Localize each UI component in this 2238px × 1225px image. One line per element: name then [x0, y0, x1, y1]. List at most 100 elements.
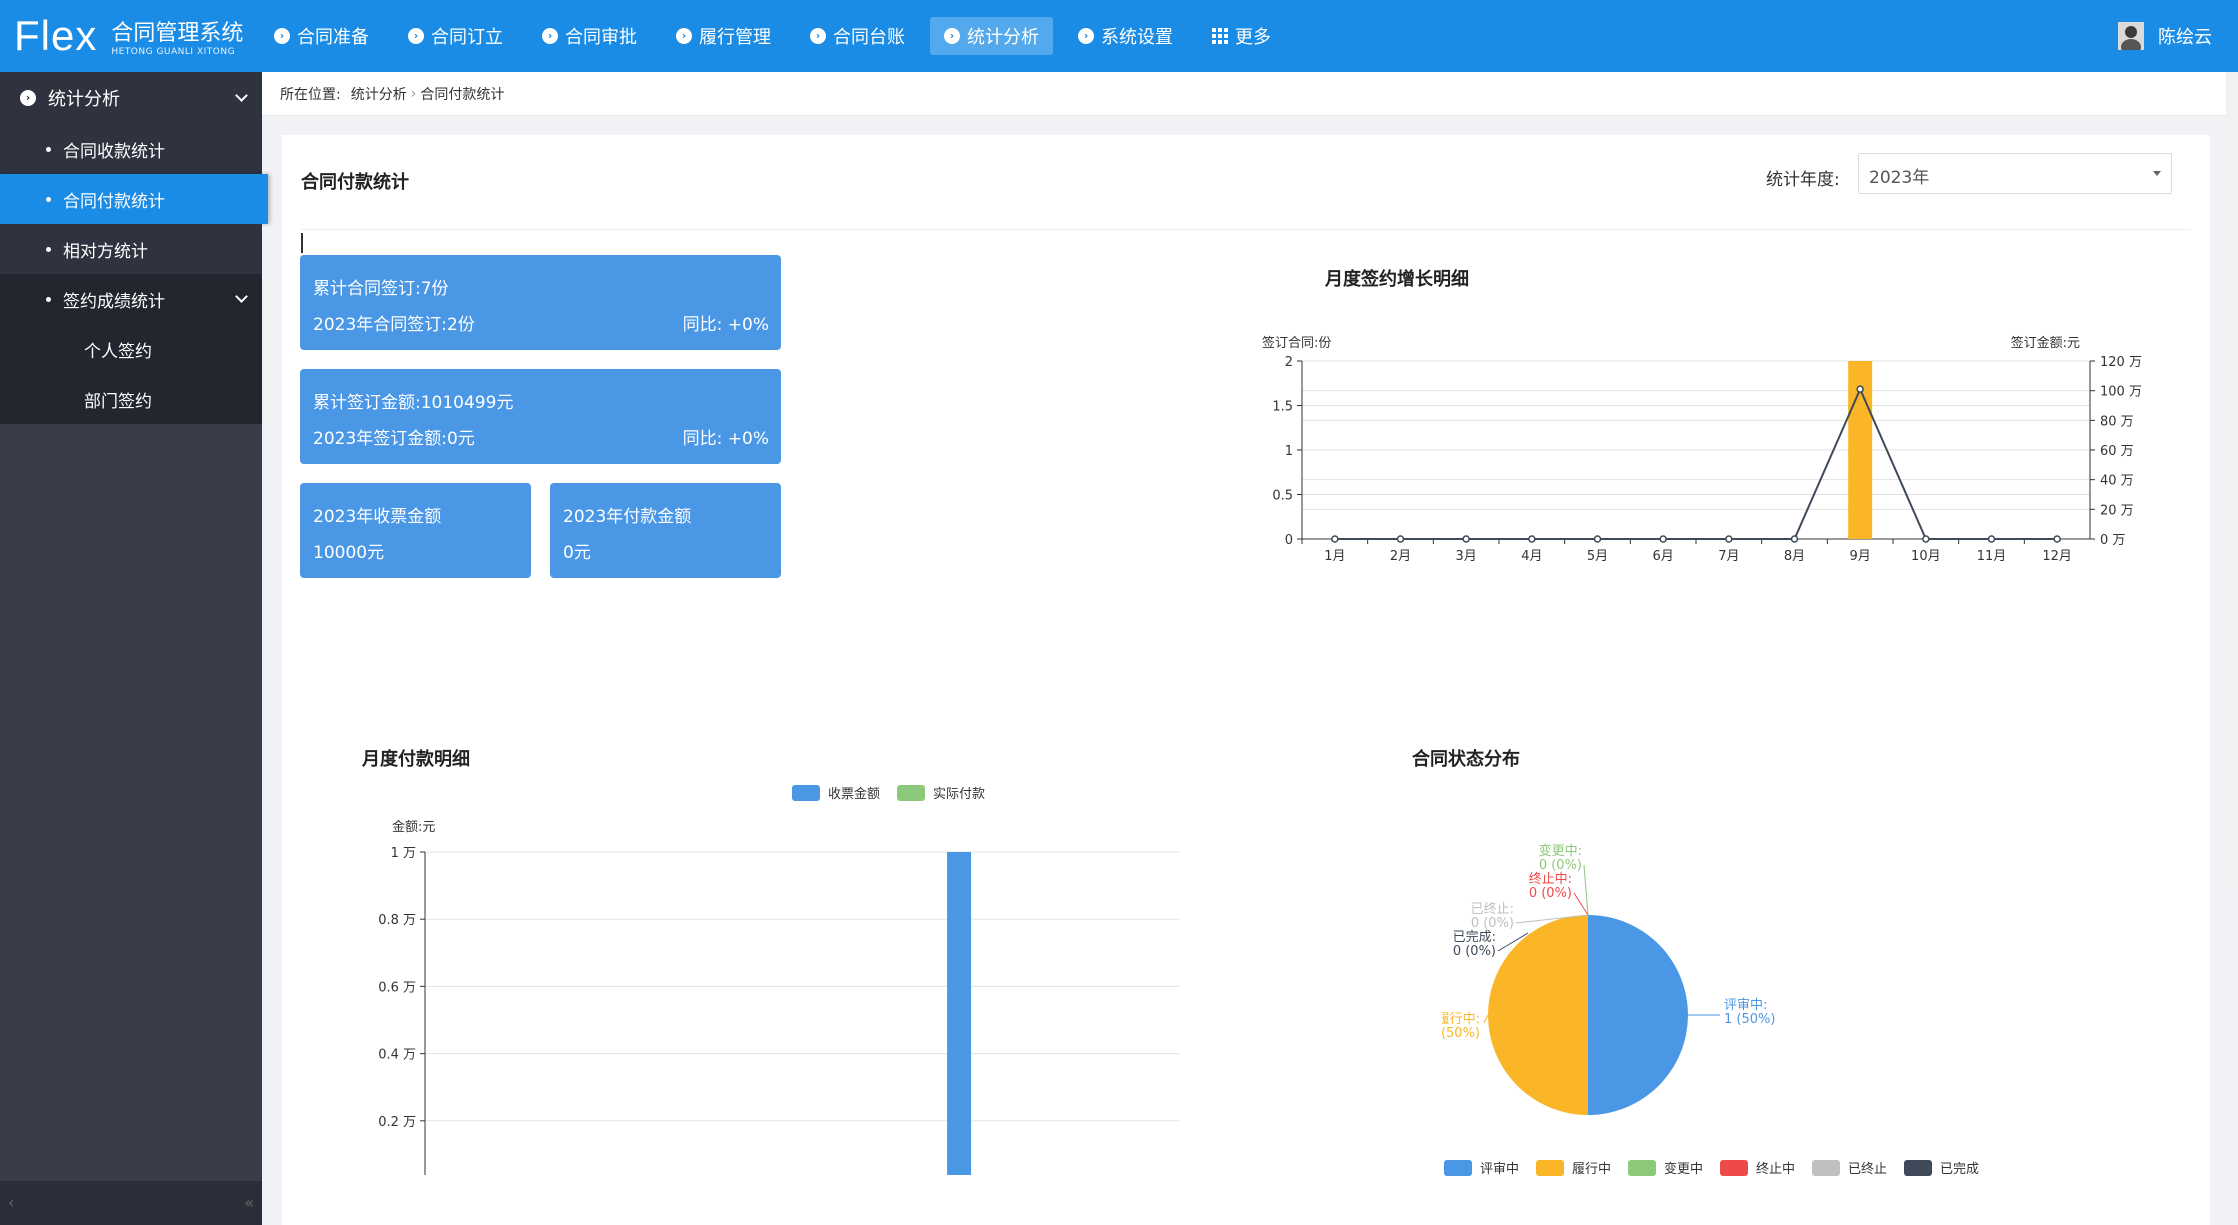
x-tick-label: 7月	[1718, 549, 1739, 564]
text-cursor	[301, 233, 303, 253]
legend-label: 评审中	[1480, 1162, 1519, 1177]
sidebar-item-label: 合同收款统计	[63, 141, 165, 162]
y-tick-label: 1	[1285, 444, 1293, 459]
legend-label: 履行中	[1572, 1162, 1611, 1177]
x-tick-label: 6月	[1653, 549, 1674, 564]
line-point	[1987, 535, 1996, 543]
line-point	[1922, 535, 1930, 543]
y-axis-title: 签订合同:份	[1262, 335, 1331, 351]
line-point	[2053, 535, 2061, 543]
nav-item-contract-prep[interactable]: › 合同准备	[260, 17, 383, 55]
x-tick-label: 10月	[1911, 549, 1941, 564]
year-select-value: 2023年	[1869, 168, 1930, 188]
nav-label: 履行管理	[699, 27, 771, 48]
payment-value: 0元	[563, 543, 591, 563]
breadcrumb-current: 合同付款统计	[420, 86, 505, 103]
sidebar-item-label: 部门签约	[84, 391, 152, 412]
circle-icon: ›	[274, 28, 290, 44]
y2-tick-label: 20 万	[2100, 503, 2134, 518]
nav-item-ledger[interactable]: › 合同台账	[796, 17, 919, 55]
divider	[301, 229, 2191, 230]
nav-label: 更多	[1235, 27, 1271, 48]
collapse-sidebar-icon[interactable]: «	[244, 1193, 254, 1212]
line-point	[1790, 535, 1799, 543]
circle-icon: ›	[20, 90, 36, 106]
sidebar-item-label: 个人签约	[84, 341, 152, 362]
breadcrumb-link-statistics[interactable]: 统计分析	[351, 84, 407, 104]
circle-icon: ›	[676, 28, 692, 44]
yoy-contracts: 同比: +0%	[682, 315, 769, 335]
sidebar: › 统计分析 合同收款统计 合同付款统计 相对方统计 签约成绩统计 个人签约 部…	[0, 72, 268, 1225]
nav-item-contract-signing[interactable]: › 合同订立	[394, 17, 517, 55]
sidebar-item-label: 合同付款统计	[63, 191, 165, 212]
sidebar-item-receipt-stats[interactable]: 合同收款统计	[0, 124, 262, 174]
y-axis-title: 金额:元	[392, 819, 435, 835]
pie-slice	[1488, 915, 1588, 1115]
page-title: 合同付款统计	[301, 172, 409, 193]
y-tick-label: 0.4 万	[378, 1048, 416, 1063]
sidebar-item-department-signing[interactable]: 部门签约	[0, 374, 262, 424]
year-amount: 2023年签订金额:0元	[313, 429, 475, 449]
pie-label-name: 已完成:	[1453, 930, 1496, 945]
line-point	[1462, 535, 1470, 543]
legend-label: 已完成	[1940, 1162, 1979, 1177]
pie-label-name: 终止中:	[1529, 871, 1572, 887]
nav-item-performance[interactable]: › 履行管理	[662, 17, 785, 55]
year-contracts: 2023年合同签订:2份	[313, 315, 475, 335]
pie-label-value: 1 (50%)	[1442, 1026, 1480, 1041]
sidebar-item-signing-performance[interactable]: 签约成绩统计	[0, 274, 262, 324]
receipt-value: 10000元	[313, 543, 385, 563]
nav-item-more[interactable]: 更多	[1198, 17, 1285, 55]
nav-item-settings[interactable]: › 系统设置	[1064, 17, 1187, 55]
legend-swatch	[1720, 1160, 1748, 1176]
user-menu[interactable]: 陈绘云	[2118, 22, 2212, 50]
app-logo[interactable]: Flex 合同管理系统 HETONG GUANLI XITONG	[14, 10, 243, 62]
pie-label-value: 1 (50%)	[1724, 1012, 1775, 1027]
line-point	[1396, 535, 1405, 543]
x-tick-label: 1月	[1324, 549, 1345, 564]
status-chart-title: 合同状态分布	[1412, 749, 1520, 770]
x-tick-label: 5月	[1587, 549, 1608, 564]
breadcrumb-prefix: 所在位置:	[280, 86, 341, 103]
line-point	[1593, 535, 1602, 543]
breadcrumb: 所在位置: 统计分析 › 合同付款统计	[262, 72, 2238, 116]
sidebar-item-counterparty-stats[interactable]: 相对方统计	[0, 224, 262, 274]
app-subtitle: HETONG GUANLI XITONG	[111, 47, 236, 57]
year-label: 统计年度:	[1766, 170, 1840, 190]
page-scrollbar[interactable]	[2226, 72, 2238, 892]
circle-icon: ›	[542, 28, 558, 44]
contract-count-card: 累计合同签订:7份 2023年合同签订:2份 同比: +0%	[300, 255, 781, 350]
sidebar-footer: ‹ «	[0, 1181, 262, 1225]
legend-swatch	[1812, 1160, 1840, 1176]
main-panel: 合同付款统计 统计年度: 2023年 累计合同签订:7份 2023年合同签订:2…	[282, 135, 2210, 1225]
receipt-label: 2023年收票金额	[313, 507, 442, 527]
pie-label-name: 评审中:	[1724, 998, 1767, 1013]
line-point	[1331, 535, 1339, 543]
y2-tick-label: 120 万	[2100, 355, 2142, 370]
monthly-payment-chart: 收票金额实际付款金额:元0 万0.2 万0.4 万0.6 万0.8 万1 万1月…	[378, 785, 1179, 1175]
sidebar-item-personal-signing[interactable]: 个人签约	[0, 324, 262, 374]
nav-item-statistics[interactable]: › 统计分析	[930, 17, 1053, 55]
total-contracts: 累计合同签订:7份	[313, 279, 449, 299]
x-tick-label: 9月	[1850, 549, 1871, 564]
y-tick-label: 0.8 万	[378, 913, 416, 928]
nav-item-contract-approval[interactable]: › 合同审批	[528, 17, 651, 55]
nav-label: 合同订立	[431, 27, 503, 48]
y2-axis-title: 签订金额:元	[2011, 335, 2080, 351]
series-line	[1334, 386, 2058, 540]
nav-label: 合同准备	[297, 27, 369, 48]
sidebar-item-payment-stats[interactable]: 合同付款统计	[0, 174, 268, 224]
sidebar-group-statistics[interactable]: › 统计分析	[0, 72, 262, 124]
legend-label: 收票金额	[828, 786, 880, 802]
pie-label-value: 0 (0%)	[1453, 944, 1496, 959]
scroll-left-icon[interactable]: ‹	[8, 1193, 14, 1212]
line-point	[1725, 535, 1733, 543]
line-point	[1659, 535, 1667, 543]
nav-label: 统计分析	[967, 27, 1039, 48]
pie-label-name: 变更中:	[1539, 843, 1582, 859]
sidebar-group-label: 统计分析	[48, 89, 120, 110]
nav-label: 合同审批	[565, 27, 637, 48]
year-select[interactable]: 2023年	[1858, 153, 2172, 194]
nav-label: 合同台账	[833, 27, 905, 48]
y-tick-label: 1.5	[1272, 400, 1293, 415]
